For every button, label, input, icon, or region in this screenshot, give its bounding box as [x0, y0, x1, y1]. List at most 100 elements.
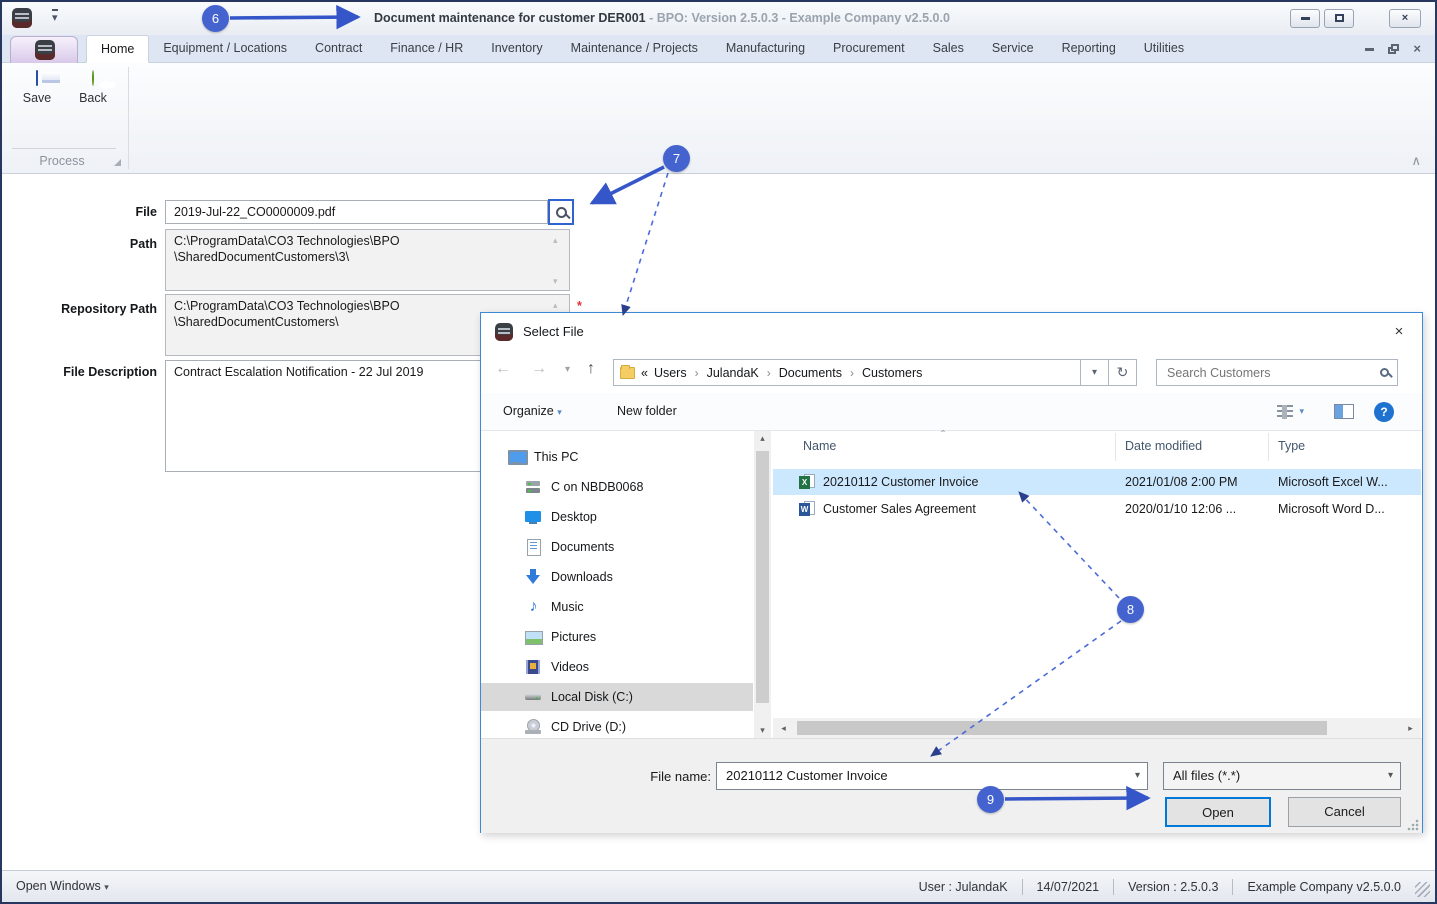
tab-service[interactable]: Service [978, 35, 1048, 63]
downloads-icon [525, 569, 542, 585]
column-separator[interactable] [1268, 433, 1269, 461]
sidebar-item-music[interactable]: ♪ Music [481, 593, 753, 621]
back-label: Back [79, 91, 107, 105]
cancel-button[interactable]: Cancel [1288, 797, 1401, 827]
refresh-icon[interactable]: ↻ [1109, 359, 1137, 386]
tab-equipment-locations[interactable]: Equipment / Locations [149, 35, 301, 63]
tab-sales[interactable]: Sales [919, 35, 978, 63]
breadcrumb-prefix[interactable]: « [641, 366, 648, 380]
nav-up-icon[interactable]: ↑ [587, 360, 595, 378]
sidebar-item-desktop[interactable]: Desktop [481, 503, 753, 531]
nav-back-icon[interactable]: ← [495, 360, 511, 378]
column-date-modified[interactable]: Date modified [1125, 439, 1202, 453]
tab-procurement[interactable]: Procurement [819, 35, 919, 63]
organize-button[interactable]: Organize ▾ [503, 393, 562, 430]
file-row-sales-agreement[interactable]: W Customer Sales Agreement 2020/01/10 12… [773, 496, 1421, 522]
column-name[interactable]: Name [803, 439, 836, 453]
breadcrumb-documents[interactable]: Documents [779, 366, 842, 380]
new-folder-button[interactable]: New folder [617, 393, 677, 430]
scroll-down-icon[interactable]: ▾ [754, 725, 771, 736]
tab-utilities[interactable]: Utilities [1130, 35, 1198, 63]
scrollbar-thumb[interactable] [756, 451, 769, 703]
close-icon: × [1401, 12, 1409, 24]
crumb-separator-icon: › [766, 365, 771, 380]
sidebar-item-videos[interactable]: Videos [481, 653, 753, 681]
status-separator [1113, 878, 1115, 895]
group-dialog-launcher[interactable] [114, 159, 121, 166]
search-input[interactable] [1165, 364, 1380, 381]
dialog-footer: File name: 20210112 Customer Invoice ▾ A… [481, 738, 1422, 833]
path-input[interactable]: C:\ProgramData\CO3 Technologies\BPO \Sha… [165, 229, 570, 291]
mdi-restore-icon[interactable] [1388, 44, 1400, 54]
sidebar-item-local-disk-c[interactable]: Local Disk (C:) [481, 683, 753, 711]
file-type-select[interactable]: All files (*.*) ▾ [1163, 762, 1401, 790]
tab-reporting[interactable]: Reporting [1048, 35, 1130, 63]
scroll-right-icon[interactable]: ▸ [1402, 723, 1419, 734]
tab-inventory[interactable]: Inventory [477, 35, 556, 63]
minimize-button[interactable] [1290, 9, 1320, 28]
scroll-up-icon[interactable]: ▴ [754, 433, 771, 444]
sidebar-item-label: Music [551, 600, 584, 614]
required-marker: * [577, 299, 582, 313]
view-mode-button[interactable]: ▾ [1277, 393, 1304, 430]
close-button[interactable]: × [1389, 9, 1421, 28]
mdi-close-icon[interactable]: × [1413, 42, 1421, 55]
quick-access-chevron-icon[interactable]: ▾ [52, 9, 58, 25]
sidebar-item-c-on-nbdb0068[interactable]: C on NBDB0068 [481, 473, 753, 501]
file-input[interactable]: 2019-Jul-22_CO0000009.pdf [165, 200, 548, 224]
tab-finance-hr[interactable]: Finance / HR [376, 35, 477, 63]
sidebar-item-label: C on NBDB0068 [551, 480, 644, 494]
maximize-button[interactable] [1324, 9, 1354, 28]
repository-scroll-up-icon[interactable]: ▴ [553, 301, 558, 310]
open-windows-dropdown[interactable]: Open Windows ▾ [16, 871, 109, 903]
window-resize-grip[interactable] [1415, 882, 1430, 897]
sidebar-item-pictures[interactable]: Pictures [481, 623, 753, 651]
file-name-input[interactable]: 20210112 Customer Invoice ▾ [716, 762, 1148, 790]
callout-8: 8 [1117, 596, 1144, 623]
app-logo-icon [495, 323, 513, 341]
dialog-title-bar: Select File × [481, 313, 1422, 351]
mdi-minimize-icon[interactable] [1365, 47, 1375, 51]
path-scroll-down-icon[interactable]: ▾ [553, 277, 558, 286]
tab-contract[interactable]: Contract [301, 35, 376, 63]
dialog-resize-grip[interactable] [1407, 819, 1419, 831]
file-type-cell: Microsoft Excel W... [1278, 475, 1388, 489]
file-row-customer-invoice[interactable]: X 20210112 Customer Invoice 2021/01/08 2… [773, 469, 1421, 495]
sidebar-item-downloads[interactable]: Downloads [481, 563, 753, 591]
address-bar[interactable]: « Users › JulandaK › Documents › Custome… [613, 359, 1081, 386]
chevron-down-icon: ▾ [1299, 406, 1304, 416]
search-box[interactable] [1156, 359, 1398, 386]
sidebar-item-documents[interactable]: Documents [481, 533, 753, 561]
sidebar-item-cd-drive-d[interactable]: CD Drive (D:) [481, 713, 753, 738]
save-button[interactable]: Save [14, 70, 60, 105]
column-type[interactable]: Type [1278, 439, 1305, 453]
address-dropdown-icon[interactable]: ▾ [1081, 359, 1109, 386]
open-button[interactable]: Open [1165, 797, 1271, 827]
breadcrumb-users[interactable]: Users [654, 366, 687, 380]
breadcrumb-customers[interactable]: Customers [862, 366, 922, 380]
sidebar-item-this-pc[interactable]: This PC [481, 443, 753, 471]
file-type-cell: Microsoft Word D... [1278, 502, 1385, 516]
file-browse-button[interactable] [548, 199, 574, 225]
collapse-ribbon-icon[interactable]: ∧ [1411, 153, 1421, 169]
column-separator[interactable] [1115, 433, 1116, 461]
vertical-scrollbar[interactable]: ▴ ▾ [754, 431, 771, 738]
nav-forward-icon[interactable]: → [531, 360, 547, 378]
horizontal-scrollbar[interactable]: ◂ ▸ [773, 718, 1421, 738]
breadcrumb-julandak[interactable]: JulandaK [707, 366, 759, 380]
sidebar-item-label: CD Drive (D:) [551, 720, 626, 734]
path-scroll-up-icon[interactable]: ▴ [553, 236, 558, 245]
dialog-title: Select File [523, 324, 584, 339]
scroll-left-icon[interactable]: ◂ [775, 723, 792, 734]
dialog-close-icon[interactable]: × [1376, 313, 1422, 351]
tab-home[interactable]: Home [86, 35, 150, 63]
application-menu-button[interactable] [10, 36, 78, 63]
tab-maintenance-projects[interactable]: Maintenance / Projects [557, 35, 712, 63]
preview-pane-button[interactable] [1334, 393, 1354, 430]
file-label: File [135, 205, 157, 219]
tab-manufacturing[interactable]: Manufacturing [712, 35, 819, 63]
nav-history-chevron-icon[interactable]: ▾ [565, 364, 570, 375]
scrollbar-thumb[interactable] [797, 721, 1327, 735]
back-button[interactable]: Back [70, 70, 116, 105]
help-button[interactable]: ? [1374, 393, 1394, 430]
